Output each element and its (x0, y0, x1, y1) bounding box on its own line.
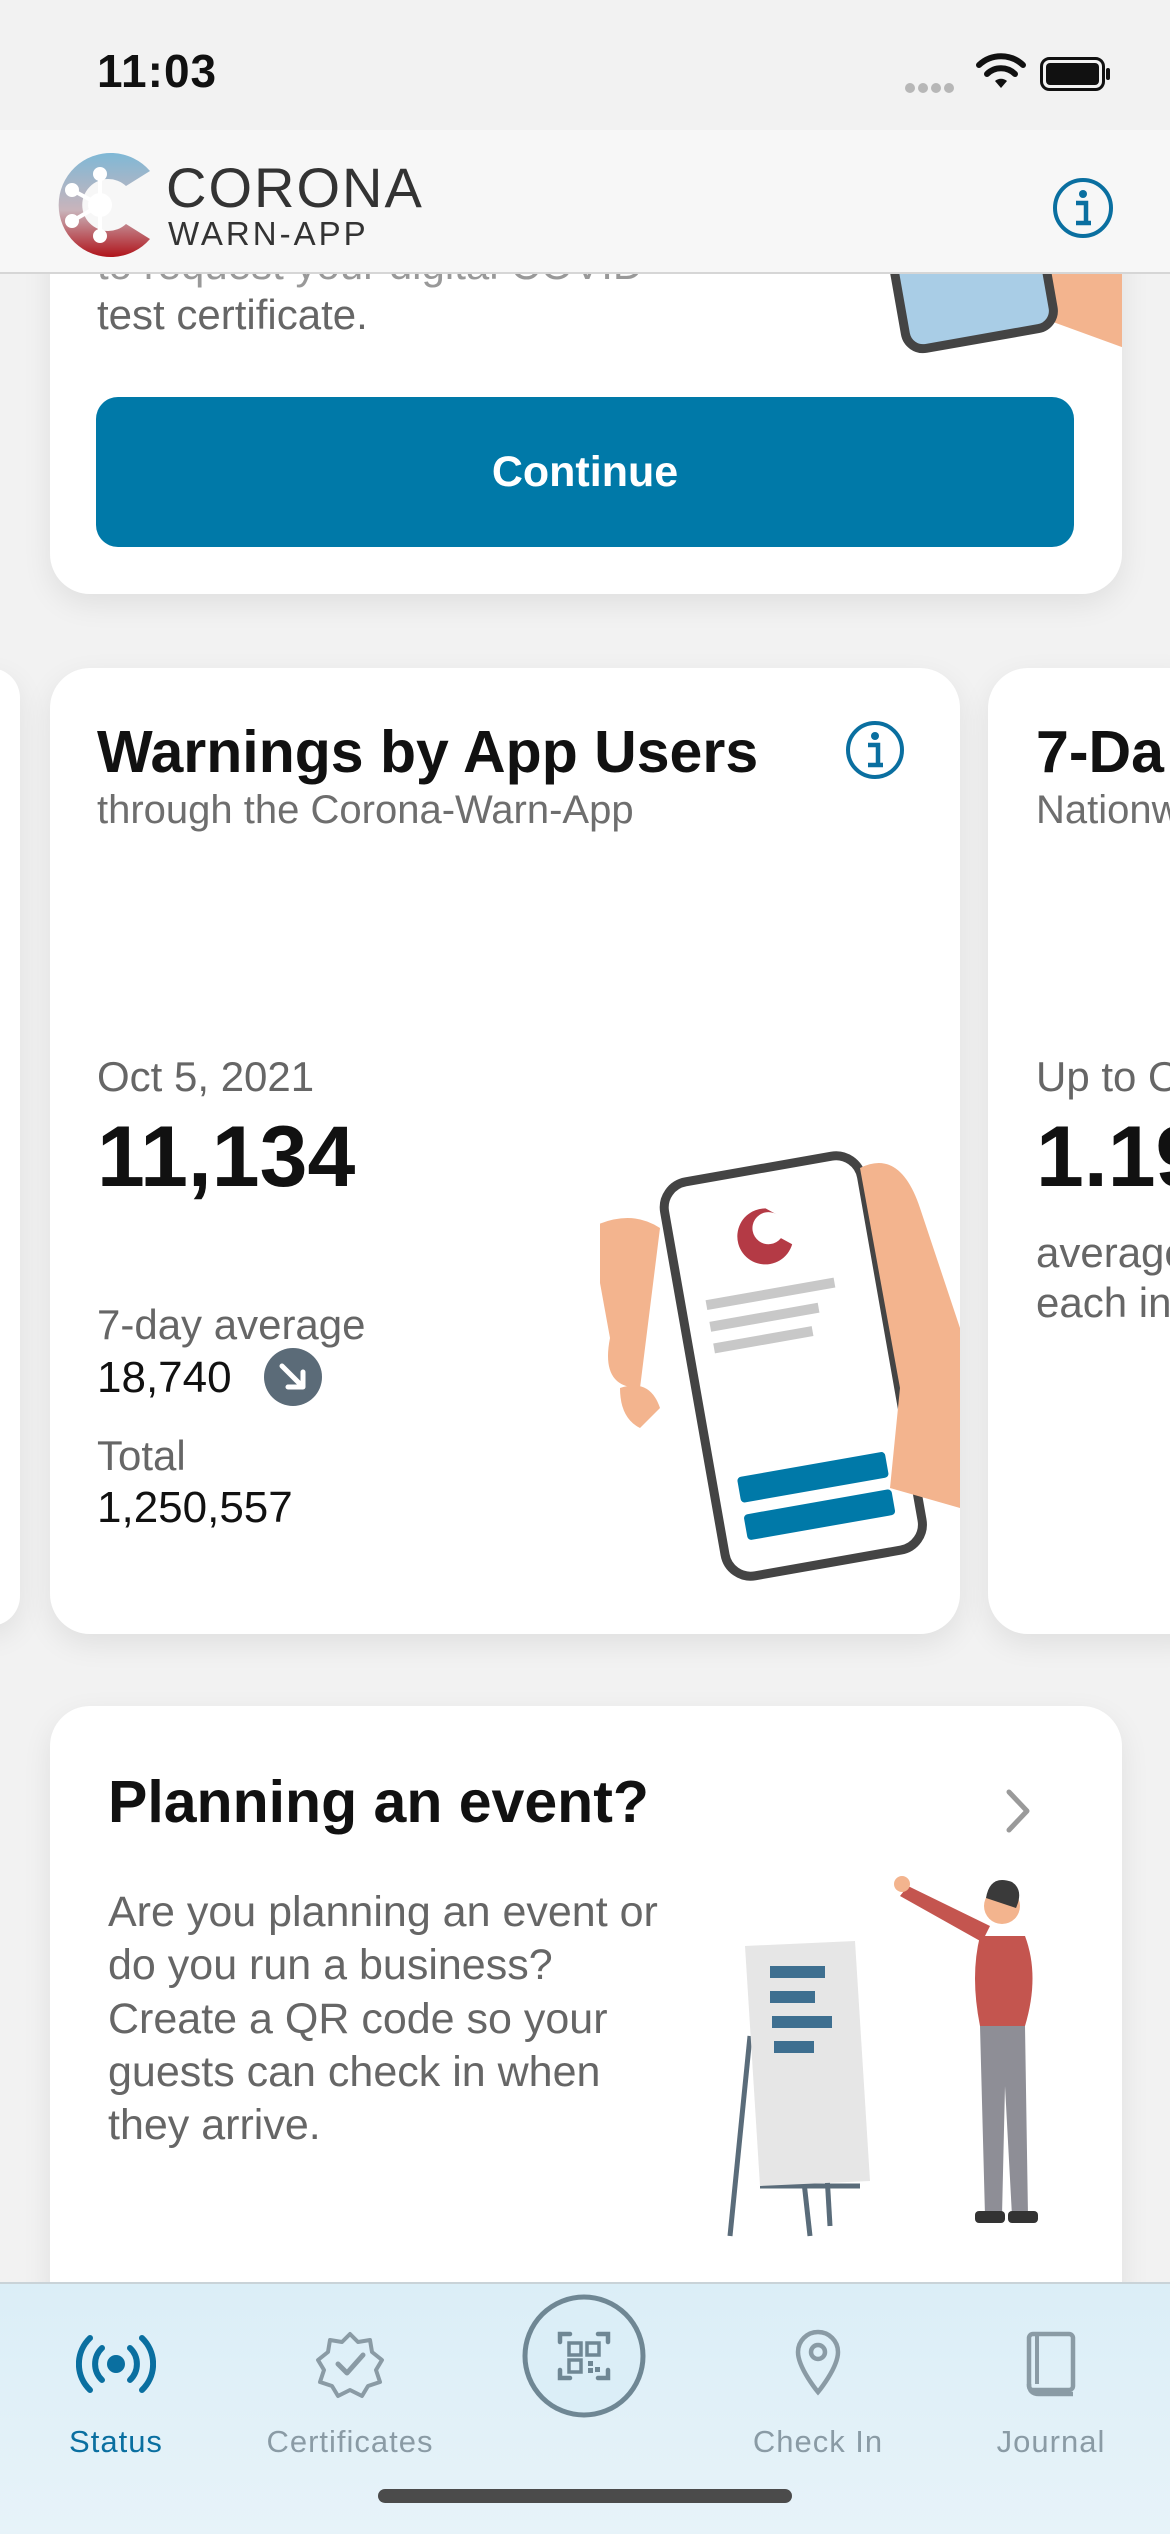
incidence-subtitle: Nationw (1036, 788, 1170, 832)
info-icon[interactable] (1051, 176, 1115, 240)
certificate-badge-icon (316, 2332, 384, 2398)
tab-label: Check In (752, 2424, 884, 2459)
seven-day-incidence-card[interactable]: 7-Da Nationw Up to O 1.19 average each i… (988, 668, 1170, 1634)
qr-scan-icon[interactable] (522, 2294, 646, 2418)
stat-title: Warnings by App Users (97, 719, 759, 785)
total-label: Total (97, 1432, 186, 1479)
warnings-by-app-users-card: Warnings by App Users through the Corona… (50, 668, 960, 1634)
stat-value: 11,134 (97, 1109, 356, 1205)
corona-warn-app-logo (58, 153, 150, 257)
tab-label: Status (69, 2424, 163, 2459)
chevron-right-icon (1006, 1789, 1030, 1833)
stat-subtitle: through the Corona-Warn-App (97, 788, 634, 832)
wifi-icon (976, 53, 1026, 88)
info-icon[interactable] (843, 718, 907, 782)
battery-icon (1040, 57, 1110, 91)
incidence-value: 1.19 (1036, 1109, 1170, 1205)
planning-event-card[interactable]: Planning an event? Are you planning an e… (50, 1706, 1122, 2326)
home-indicator (378, 2489, 792, 2503)
event-description: Are you planning an event or do you run … (108, 1888, 658, 2150)
average-value: 18,740 (97, 1353, 232, 1402)
trend-down-arrow-icon (264, 1348, 322, 1406)
presenter-flipchart-illustration (727, 1876, 1038, 2237)
previous-stat-card[interactable] (0, 668, 20, 1626)
book-icon (1026, 2331, 1076, 2397)
logo-text-warn-app: WARN-APP (168, 215, 369, 252)
phone-app-illustration (600, 1151, 960, 1581)
total-value: 1,250,557 (97, 1483, 293, 1532)
event-title: Planning an event? (108, 1769, 649, 1835)
average-label: 7-day average (97, 1301, 366, 1348)
tab-label: Journal (996, 2424, 1106, 2459)
location-pin-icon (795, 2329, 841, 2396)
status-time: 11:03 (97, 45, 218, 97)
incidence-date: Up to O (1036, 1053, 1170, 1100)
test-card-text: to request your digital COVID test certi… (97, 241, 643, 339)
continue-button[interactable]: Continue (96, 397, 1074, 547)
incidence-title: 7-Da (1036, 719, 1164, 785)
incidence-note: average each in (1036, 1229, 1170, 1326)
broadcast-icon (76, 2335, 156, 2393)
tab-label: Certificates (266, 2424, 434, 2459)
logo-text-corona: CORONA (166, 156, 424, 219)
signal-icon (905, 80, 959, 93)
stat-date: Oct 5, 2021 (97, 1053, 315, 1100)
